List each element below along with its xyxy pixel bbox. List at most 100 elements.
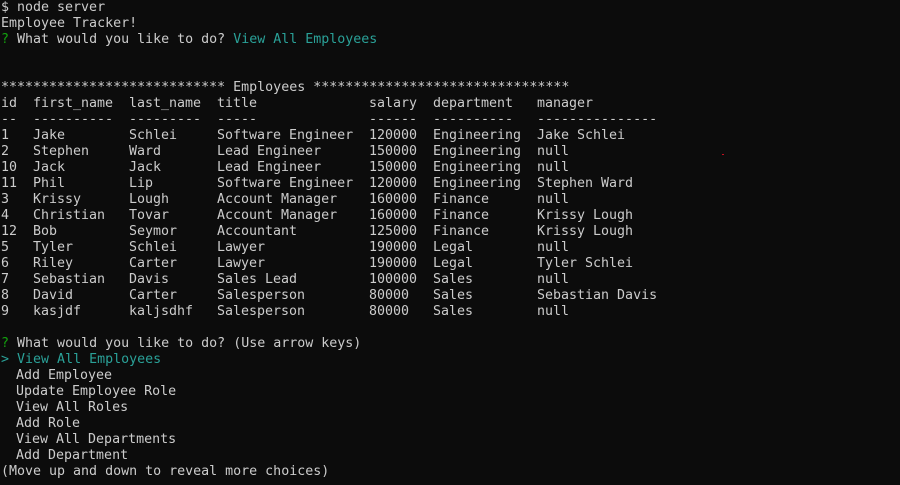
cell-manager: null: [537, 272, 570, 287]
cell-salary: 80000: [369, 288, 410, 303]
cell-salary: 100000: [369, 272, 418, 287]
second-prompt: ? What would you like to do? (Use arrow …: [1, 336, 900, 352]
prompt-hint: (Use arrow keys): [233, 336, 362, 351]
cell-department: Engineering: [433, 144, 522, 159]
cell-last-name: Schlei: [129, 128, 178, 143]
prompt-question: What would you like to do?: [17, 32, 226, 47]
menu-item-label: Update Employee Role: [16, 384, 177, 399]
prompt-question: What would you like to do?: [17, 336, 226, 351]
table-row: 7 Sebastian Davis Sales Lead 100000 Sales null: [1, 272, 900, 288]
table-separator-row: -- ---------- --------- ----- ------ --------…: [1, 112, 900, 128]
cell-title: Software Engineer: [217, 176, 354, 191]
table-row: 9 kasjdf kaljsdhf Salesperson 80000 Sales null: [1, 304, 900, 320]
choice-menu[interactable]: > View All Employees Add Employee Update E…: [1, 352, 900, 464]
cell-first-name: Sebastian: [33, 272, 106, 287]
cell-first-name: Christian: [33, 208, 106, 223]
cell-title: Accountant: [217, 224, 298, 239]
cell-manager: null: [537, 144, 570, 159]
menu-item[interactable]: > View All Employees: [1, 352, 900, 368]
cell-manager: Sebastian Davis: [537, 288, 658, 303]
menu-item[interactable]: Add Role: [1, 416, 900, 432]
cell-first-name: kasjdf: [33, 304, 82, 319]
cell-last-name: Ward: [129, 144, 162, 159]
cell-manager: null: [537, 160, 570, 175]
cell-first-name: Phil: [33, 176, 66, 191]
cell-salary: 190000: [369, 256, 418, 271]
cell-department: Sales: [433, 272, 474, 287]
column-header-first-name: first_name: [33, 96, 114, 111]
cell-first-name: Jake: [33, 128, 66, 143]
cell-title: Sales Lead: [217, 272, 298, 287]
cell-last-name: kaljsdhf: [129, 304, 194, 319]
cell-manager: null: [537, 192, 570, 207]
cell-department: Engineering: [433, 176, 522, 191]
table-row: 2 Stephen Ward Lead Engineer 150000 Engineeri…: [1, 144, 900, 160]
app-banner: Employee Tracker!: [1, 16, 138, 31]
cell-first-name: Jack: [33, 160, 66, 175]
menu-item-label: View All Employees: [17, 352, 162, 367]
cell-salary: 150000: [369, 160, 418, 175]
cell-salary: 120000: [369, 128, 418, 143]
cell-first-name: Bob: [33, 224, 58, 239]
column-header-department: department: [433, 96, 514, 111]
column-header-id: id: [1, 96, 18, 111]
column-separator-first-name: ----------: [33, 112, 114, 127]
cell-title: Lawyer: [217, 256, 266, 271]
cell-department: Finance: [433, 208, 490, 223]
menu-item-label: View All Departments: [16, 432, 177, 447]
menu-item[interactable]: View All Departments: [1, 432, 900, 448]
column-separator-last-name: ---------: [129, 112, 202, 127]
table-row: 8 David Carter Salesperson 80000 Sales Sebasti…: [1, 288, 900, 304]
cell-title: Account Manager: [217, 208, 338, 223]
cell-manager: Krissy Lough: [537, 224, 634, 239]
prompt-marker-icon: ?: [1, 336, 10, 351]
cell-title: Salesperson: [217, 304, 306, 319]
cell-last-name: Carter: [129, 288, 178, 303]
cell-department: Sales: [433, 304, 474, 319]
cell-id: 12: [1, 224, 18, 239]
stray-pixel: [722, 154, 724, 155]
cell-id: 5: [1, 240, 10, 255]
table-row: 3 Krissy Lough Account Manager 160000 Finance…: [1, 192, 900, 208]
menu-item-label: View All Roles: [16, 400, 129, 415]
cell-id: 11: [1, 176, 18, 191]
cell-title: Software Engineer: [217, 128, 354, 143]
table-row: 12 Bob Seymor Accountant 125000 Finance Krissy…: [1, 224, 900, 240]
cell-salary: 150000: [369, 144, 418, 159]
cell-department: Legal: [433, 240, 474, 255]
prompt-answer: View All Employees: [233, 32, 378, 47]
menu-item-label: Add Employee: [16, 368, 113, 383]
cell-id: 10: [1, 160, 18, 175]
pointer-icon: >: [1, 352, 10, 367]
cell-manager: null: [537, 240, 570, 255]
cell-last-name: Schlei: [129, 240, 178, 255]
prompt-marker-icon: ?: [1, 32, 10, 47]
cell-id: 6: [1, 256, 10, 271]
cell-title: Salesperson: [217, 288, 306, 303]
table-header-row: id first_name last_name title salary departme…: [1, 96, 900, 112]
menu-item[interactable]: Add Employee: [1, 368, 900, 384]
menu-item[interactable]: Update Employee Role: [1, 384, 900, 400]
cell-last-name: Seymor: [129, 224, 178, 239]
cell-title: Lead Engineer: [217, 144, 322, 159]
column-header-manager: manager: [537, 96, 594, 111]
cell-id: 7: [1, 272, 10, 287]
column-header-title: title: [217, 96, 258, 111]
cell-salary: 125000: [369, 224, 418, 239]
cell-manager: Stephen Ward: [537, 176, 634, 191]
column-separator-manager: ---------------: [537, 112, 658, 127]
column-separator-department: ----------: [433, 112, 514, 127]
column-separator-salary: ------: [369, 112, 418, 127]
cell-id: 8: [1, 288, 10, 303]
cell-id: 3: [1, 192, 10, 207]
column-header-last-name: last_name: [129, 96, 202, 111]
menu-item[interactable]: Add Department: [1, 448, 900, 464]
terminal-window[interactable]: $ node server Employee Tracker! ? What w…: [0, 0, 900, 485]
cell-first-name: Riley: [33, 256, 74, 271]
menu-item[interactable]: View All Roles: [1, 400, 900, 416]
cell-last-name: Lough: [129, 192, 170, 207]
cell-manager: Tyler Schlei: [537, 256, 634, 271]
cell-title: Lead Engineer: [217, 160, 322, 175]
